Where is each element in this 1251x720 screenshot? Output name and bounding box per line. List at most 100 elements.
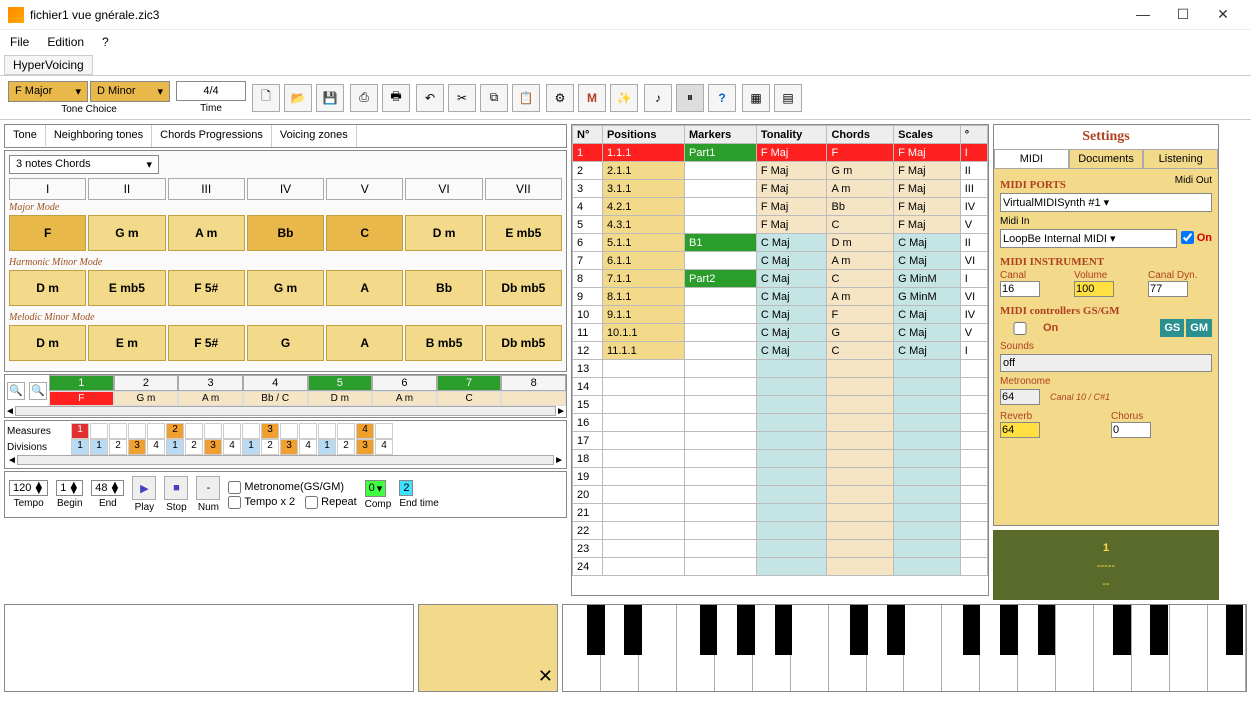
seq-num[interactable]: 6: [372, 375, 437, 391]
repeat-checkbox[interactable]: Repeat: [305, 496, 356, 509]
stop-button[interactable]: ■: [164, 476, 188, 500]
measure-cell[interactable]: [128, 423, 146, 439]
grid-cell[interactable]: D m: [827, 234, 894, 252]
seq-chord[interactable]: A m: [178, 391, 243, 406]
paste-button[interactable]: 📋: [512, 84, 540, 112]
seq-chord[interactable]: Bb / C: [243, 391, 308, 406]
black-key[interactable]: [1000, 605, 1018, 655]
chord-button[interactable]: F 5#: [168, 325, 245, 361]
grid-header[interactable]: Chords: [827, 126, 894, 144]
grid-cell[interactable]: 10: [573, 306, 603, 324]
grid-cell[interactable]: IV: [960, 198, 987, 216]
menu-file[interactable]: File: [10, 35, 29, 49]
chord-button[interactable]: G: [247, 325, 324, 361]
black-key[interactable]: [737, 605, 755, 655]
measure-cell[interactable]: [280, 423, 298, 439]
endtime-input[interactable]: 2: [399, 480, 413, 496]
tempox2-checkbox[interactable]: Tempo x 2: [228, 496, 295, 509]
grid-cell[interactable]: F Maj: [756, 144, 827, 162]
grid-cell[interactable]: F Maj: [756, 198, 827, 216]
chord-button[interactable]: A: [326, 325, 403, 361]
grid-cell[interactable]: 6: [573, 234, 603, 252]
chord-button[interactable]: Bb: [247, 215, 324, 251]
grid-cell[interactable]: 7: [573, 252, 603, 270]
measure-cell[interactable]: 3: [261, 423, 279, 439]
grid-cell[interactable]: C Maj: [756, 342, 827, 360]
division-cell[interactable]: 4: [223, 439, 241, 455]
tool-pause-button[interactable]: ⏸: [676, 84, 704, 112]
seq-num[interactable]: 3: [178, 375, 243, 391]
tool-wizard-button[interactable]: ✨: [610, 84, 638, 112]
minimize-button[interactable]: —: [1123, 6, 1163, 23]
black-key[interactable]: [1038, 605, 1056, 655]
chorus-input[interactable]: [1111, 422, 1151, 438]
grid-cell[interactable]: 4: [573, 198, 603, 216]
chord-button[interactable]: F: [9, 215, 86, 251]
grid-cell[interactable]: F Maj: [756, 216, 827, 234]
grid-cell[interactable]: 4.2.1: [602, 198, 684, 216]
grid-cell[interactable]: [685, 288, 757, 306]
white-key[interactable]: [639, 605, 677, 691]
menu-edition[interactable]: Edition: [47, 35, 84, 49]
zoom-out-icon[interactable]: 🔍: [7, 382, 25, 400]
chord-button[interactable]: B mb5: [405, 325, 482, 361]
chord-button[interactable]: E mb5: [88, 270, 165, 306]
zoom-in-icon[interactable]: 🔍: [29, 382, 47, 400]
begin-input[interactable]: 1▲▼: [56, 480, 83, 496]
grid-cell[interactable]: F: [827, 306, 894, 324]
tab-hypervoicing[interactable]: HyperVoicing: [4, 55, 93, 75]
time-signature[interactable]: 4/4: [176, 81, 246, 101]
seq-num[interactable]: 5: [308, 375, 373, 391]
division-cell[interactable]: 2: [261, 439, 279, 455]
settings-tab-midi[interactable]: MIDI: [994, 149, 1069, 169]
grid-cell[interactable]: VI: [960, 252, 987, 270]
grid-cell[interactable]: V: [960, 324, 987, 342]
measure-cell[interactable]: [223, 423, 241, 439]
measure-cell[interactable]: 2: [166, 423, 184, 439]
settings-tab-documents[interactable]: Documents: [1069, 149, 1144, 169]
division-cell[interactable]: 1: [166, 439, 184, 455]
grid-cell[interactable]: C Maj: [894, 306, 961, 324]
midi-in-on-checkbox[interactable]: On: [1181, 231, 1212, 244]
grid-cell[interactable]: II: [960, 162, 987, 180]
minor-tone-select[interactable]: D Minor▾: [90, 81, 170, 102]
grid-header[interactable]: N°: [573, 126, 603, 144]
tab-progressions[interactable]: Chords Progressions: [152, 125, 272, 147]
chord-button[interactable]: A: [326, 270, 403, 306]
grid-cell[interactable]: 11: [573, 324, 603, 342]
grid-cell[interactable]: V: [960, 216, 987, 234]
grid-header[interactable]: Markers: [685, 126, 757, 144]
chord-button[interactable]: G m: [247, 270, 324, 306]
grid-cell[interactable]: VI: [960, 288, 987, 306]
grid-cell[interactable]: 1: [573, 144, 603, 162]
new-button[interactable]: 🗋: [252, 84, 280, 112]
seq-chord[interactable]: F: [49, 391, 114, 406]
black-key[interactable]: [887, 605, 905, 655]
tool-note-button[interactable]: ♪: [644, 84, 672, 112]
tab-neighboring[interactable]: Neighboring tones: [46, 125, 152, 147]
reverb-input[interactable]: [1000, 422, 1040, 438]
tool-help-button[interactable]: ?: [708, 84, 736, 112]
chord-button[interactable]: G m: [88, 215, 165, 251]
grid-cell[interactable]: 4.3.1: [602, 216, 684, 234]
chord-button[interactable]: D m: [9, 270, 86, 306]
cut-button[interactable]: ✂: [448, 84, 476, 112]
measure-cell[interactable]: [204, 423, 222, 439]
tempo-input[interactable]: 120▲▼: [9, 480, 48, 496]
chord-button[interactable]: F 5#: [168, 270, 245, 306]
open-button[interactable]: 📂: [284, 84, 312, 112]
grid-cell[interactable]: 9.1.1: [602, 306, 684, 324]
grid-cell[interactable]: C Maj: [756, 324, 827, 342]
measure-cell[interactable]: [147, 423, 165, 439]
seq-chord[interactable]: [501, 391, 566, 406]
grid-cell[interactable]: C Maj: [756, 234, 827, 252]
piano-keyboard[interactable]: [562, 604, 1247, 692]
black-key[interactable]: [775, 605, 793, 655]
tab-tone[interactable]: Tone: [5, 125, 46, 147]
major-tone-select[interactable]: F Major▾: [8, 81, 88, 102]
division-cell[interactable]: 3: [128, 439, 146, 455]
division-cell[interactable]: 3: [356, 439, 374, 455]
seq-num[interactable]: 8: [501, 375, 566, 391]
grid-cell[interactable]: 11.1.1: [602, 342, 684, 360]
grid-cell[interactable]: Part1: [685, 144, 757, 162]
